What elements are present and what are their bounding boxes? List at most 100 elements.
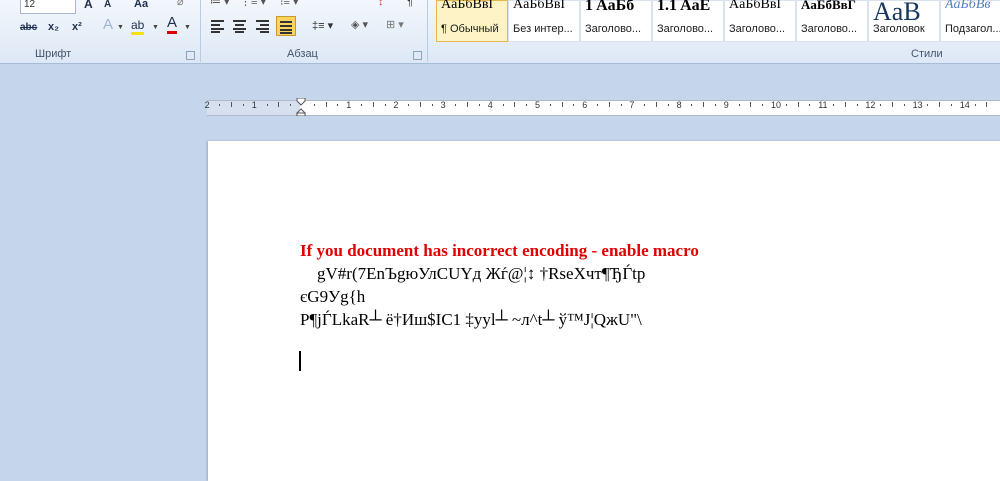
ruler-tick	[431, 104, 433, 106]
justify-icon[interactable]	[276, 16, 296, 36]
ruler-tick	[420, 102, 421, 107]
ruler-tick	[974, 104, 976, 106]
line-spacing-icon[interactable]: ‡≡ ▾	[312, 19, 333, 33]
ruler-tick	[656, 102, 657, 107]
ruler-number: 10	[771, 100, 782, 110]
ruler-tick	[691, 104, 693, 106]
ruler-tick	[243, 104, 244, 106]
change-case-button[interactable]: Aa	[134, 0, 148, 11]
subscript-button[interactable]: x₂	[48, 20, 59, 34]
style-sample: AaБбВвI	[729, 0, 782, 12]
multilevel-list-icon[interactable]: ⁝≡ ▾	[280, 0, 299, 9]
show-marks-icon[interactable]: ¶	[407, 0, 413, 9]
text-effects-icon[interactable]: A	[103, 17, 113, 32]
style-gallery-item[interactable]: AaB Заголовок	[868, 0, 940, 42]
ruler-tick	[561, 102, 563, 107]
ruler-number: 11	[818, 100, 828, 110]
ruler: 2 1 1 2 3 4 5 6 7 8 9 10 11 12 13 14	[0, 98, 1000, 118]
font-size-box[interactable]: 12	[20, 0, 76, 14]
style-gallery-item[interactable]: AaБбВвГ Заголово...	[796, 0, 868, 42]
ruler-tick	[325, 102, 327, 107]
shrink-font-button[interactable]: A	[104, 0, 111, 12]
ruler-tick	[526, 104, 528, 106]
style-gallery-item[interactable]: 1 AaБб Заголово...	[580, 0, 652, 42]
style-sample: AaБбВв	[945, 0, 991, 12]
ruler-number: 2	[393, 100, 399, 110]
style-name: Заголово...	[585, 23, 642, 35]
ruler-tick	[313, 104, 315, 106]
sort-icon[interactable]: ↕	[378, 0, 384, 9]
ruler-tick	[608, 102, 610, 107]
ruler-tick	[951, 104, 952, 106]
document-line: gV#r(7EnЪgюУлCUYд Жѓ@¦↕ †RseXчт¶ЂЃtp	[300, 264, 646, 283]
ruler-tick	[667, 104, 669, 106]
highlight-icon[interactable]: ab	[131, 18, 145, 35]
ruler-number: 7	[629, 100, 635, 110]
ribbon: 12 A A Aa ⌀ abc x₂ x² A ▼ ab ▼ A ▼ Шрифт…	[0, 0, 1000, 64]
ruler-tick	[479, 104, 480, 106]
text-effects-dropdown-icon[interactable]: ▼	[117, 21, 124, 35]
paragraph-dialog-launcher-icon[interactable]	[413, 51, 422, 60]
ruler-tick	[986, 102, 988, 107]
style-sample: AaБбВвI	[513, 0, 566, 12]
style-name: Без интер...	[513, 23, 573, 35]
ruler-tick	[597, 104, 598, 106]
ruler-number: 2	[204, 100, 210, 110]
font-dialog-launcher-icon[interactable]	[186, 51, 195, 60]
style-gallery-item[interactable]: 1.1 AaE Заголово...	[652, 0, 724, 42]
ruler-tick	[856, 104, 858, 106]
document-line: P¶jЃLkaR┴ ё†Иш$IC1 ‡yyl┴ ~л^t┴ ў™J¦QжU"\	[300, 310, 642, 329]
ruler-number: 9	[723, 100, 729, 110]
strikethrough-button[interactable]: abc	[20, 21, 37, 35]
styles-gallery: AaБбВвI ¶ Обычный AaБбВвI Без интер... 1 AaБ…	[432, 0, 1000, 44]
bullets-icon[interactable]: ≔ ▾	[210, 0, 230, 9]
paragraph-group-label: Абзац	[287, 48, 318, 60]
ruler-tick	[703, 102, 705, 107]
style-gallery-item[interactable]: AaБбВвI ¶ Обычный	[436, 0, 508, 42]
ruler-tick	[939, 102, 941, 107]
style-name: Заголово...	[729, 23, 786, 35]
ruler-tick	[266, 104, 268, 106]
ruler-tick	[892, 102, 893, 107]
style-sample: 1.1 AaE	[657, 0, 711, 14]
style-gallery-item[interactable]: AaБбВв Подзагол...	[940, 0, 1000, 42]
group-separator	[427, 0, 428, 62]
ruler-number: 1	[251, 100, 257, 110]
ruler-tick	[880, 104, 882, 106]
ruler-tick	[372, 102, 374, 107]
ruler-tick	[844, 102, 846, 107]
ruler-tick	[927, 104, 929, 106]
borders-icon[interactable]: ⊞ ▾	[386, 18, 404, 32]
ruler-number: 13	[912, 100, 923, 110]
ruler-tick	[809, 104, 811, 106]
style-gallery-item[interactable]: AaБбВвI Заголово...	[724, 0, 796, 42]
ruler-tick	[278, 102, 280, 107]
style-name: Заголовок	[873, 23, 925, 35]
ruler-tick	[231, 102, 233, 107]
ruler-tick	[502, 104, 504, 106]
ruler-number: 4	[487, 100, 493, 110]
clear-format-icon[interactable]: ⌀	[177, 0, 184, 9]
indent-marker-icon[interactable]	[296, 98, 306, 116]
shading-icon[interactable]: ◈ ▾	[351, 18, 368, 32]
text-cursor	[299, 351, 301, 371]
superscript-button[interactable]: x²	[72, 20, 82, 34]
style-gallery-item[interactable]: AaБбВвI Без интер...	[508, 0, 580, 42]
document-line: єG9Уg{h	[300, 287, 366, 306]
style-name: Подзагол...	[945, 23, 1000, 35]
ruler-tick	[738, 104, 740, 106]
ruler-tick	[750, 102, 752, 107]
ruler-tick	[785, 104, 787, 106]
font-size-value: 12	[24, 0, 36, 10]
align-left-icon[interactable]	[211, 19, 225, 33]
font-color-icon[interactable]: A	[167, 14, 178, 34]
highlight-dropdown-icon[interactable]: ▼	[152, 21, 159, 35]
align-center-icon[interactable]	[233, 19, 247, 33]
ruler-tick	[455, 104, 457, 106]
font-color-dropdown-icon[interactable]: ▼	[184, 21, 191, 35]
document-page[interactable]: If you document has incorrect encoding -…	[208, 141, 1000, 481]
numbering-icon[interactable]: ⋮≡ ▾	[240, 0, 266, 9]
align-right-icon[interactable]	[256, 19, 270, 33]
ruler-tick	[762, 104, 764, 106]
grow-font-button[interactable]: A	[84, 0, 93, 11]
